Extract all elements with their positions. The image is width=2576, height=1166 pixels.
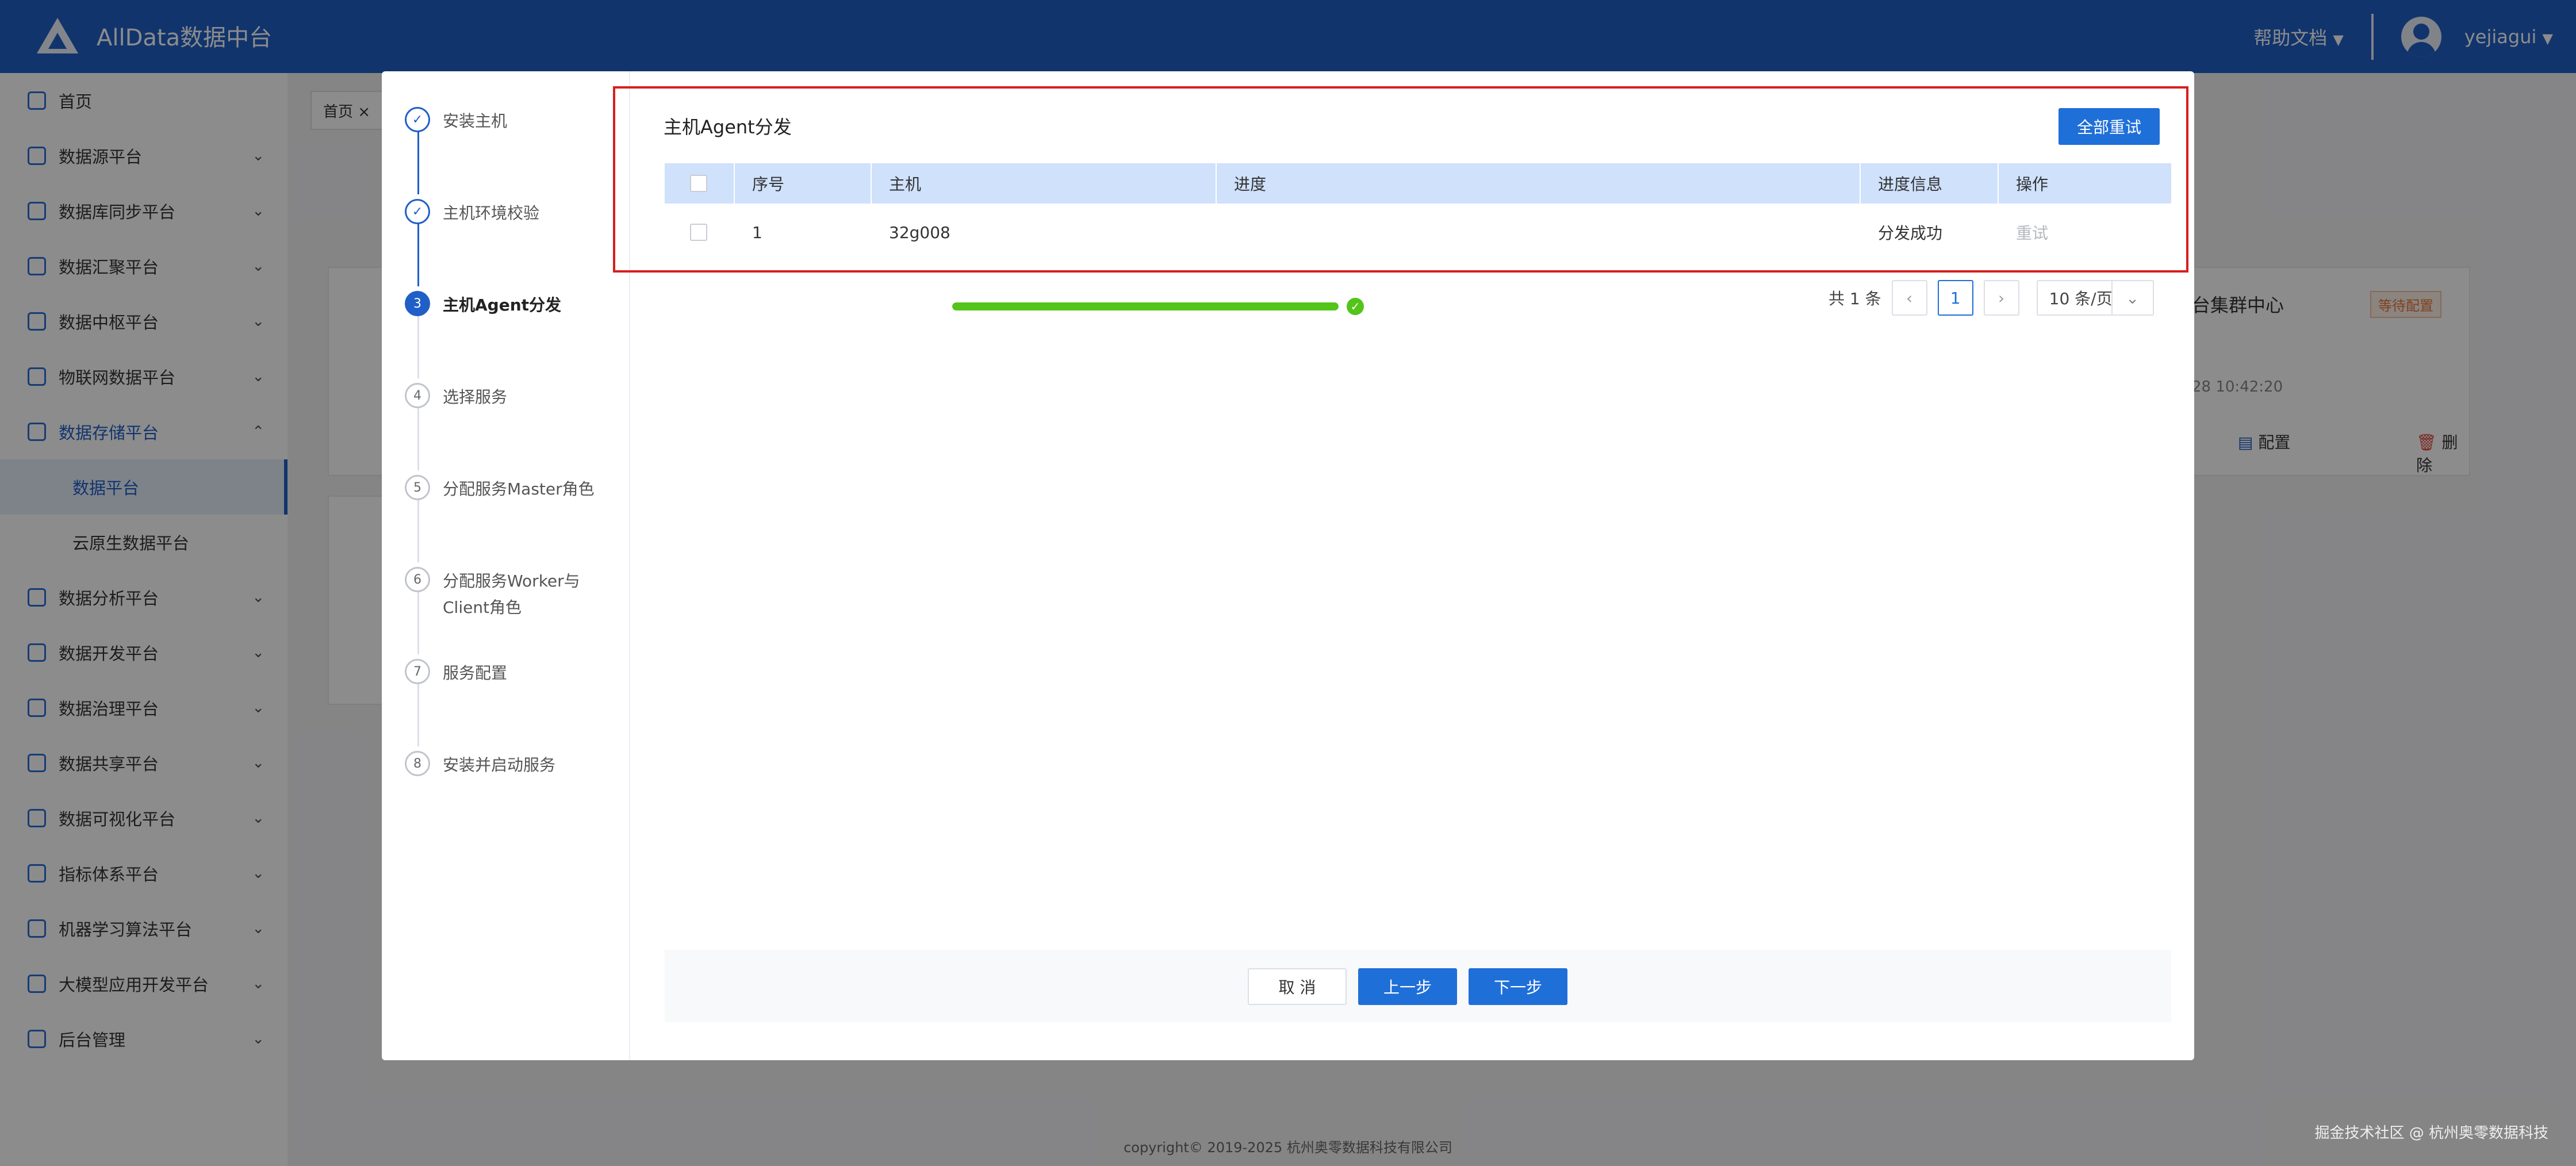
install-wizard-dialog: ✓ 安装主机 ✓ 主机环境校验 3 主机Agent分发 4 选择服务 5 分配服… xyxy=(382,71,2194,1060)
col-host: 主机 xyxy=(889,175,922,194)
step-number: 4 xyxy=(405,383,430,408)
pagination: 共 1 条 ‹ 1 › 10 条/页 ⌄ xyxy=(1828,279,2154,316)
watermark: 掘金技术社区 @ 杭州奥零数据科技 xyxy=(2314,1125,2548,1142)
progress-bar xyxy=(952,302,1339,310)
row-host: 32g008 xyxy=(889,223,950,242)
step-connector xyxy=(417,683,419,746)
cancel-button[interactable]: 取 消 xyxy=(1248,968,1347,1005)
step-number: 5 xyxy=(405,475,430,500)
step-connector xyxy=(417,223,419,286)
step-number: 3 xyxy=(405,291,430,316)
check-circle-icon: ✓ xyxy=(1347,298,1364,315)
col-index: 序号 xyxy=(752,175,785,194)
next-page-button[interactable]: › xyxy=(1983,280,2019,316)
step-connector xyxy=(417,407,419,470)
panel-title: 主机Agent分发 xyxy=(664,116,792,138)
retry-all-button[interactable]: 全部重试 xyxy=(2058,108,2160,145)
row-index: 1 xyxy=(752,223,762,242)
row-status: 分发成功 xyxy=(1878,224,1943,243)
prev-step-button[interactable]: 上一步 xyxy=(1358,968,1457,1005)
step-number: 7 xyxy=(405,659,430,684)
row-checkbox[interactable] xyxy=(690,224,707,241)
step-number: 6 xyxy=(405,567,430,592)
next-step-button[interactable]: 下一步 xyxy=(1469,968,1567,1005)
retry-button[interactable]: 重试 xyxy=(2016,204,2048,261)
page-size-select[interactable]: 10 条/页 ⌄ xyxy=(2036,280,2154,316)
col-actions: 操作 xyxy=(2016,175,2049,194)
step-connector xyxy=(417,131,419,194)
step-connector xyxy=(417,499,419,562)
select-all-checkbox[interactable] xyxy=(690,175,707,192)
col-progress: 进度 xyxy=(1234,175,1267,194)
table-header: 序号 主机 进度 进度信息 操作 xyxy=(665,163,2171,204)
step-connector xyxy=(417,315,419,378)
wizard-steps: ✓ 安装主机 ✓ 主机环境校验 3 主机Agent分发 4 选择服务 5 分配服… xyxy=(382,71,630,1060)
prev-page-button[interactable]: ‹ xyxy=(1891,280,1927,316)
step-connector xyxy=(417,591,419,654)
col-progress-info: 进度信息 xyxy=(1878,175,1943,194)
step-number: 8 xyxy=(405,751,430,776)
table-row: 1 32g008 分发成功 重试 xyxy=(665,204,2171,261)
progress-fill xyxy=(952,302,1339,310)
check-icon: ✓ xyxy=(405,107,430,132)
dialog-footer: 取 消 上一步 下一步 xyxy=(665,950,2171,1022)
total-count: 共 1 条 xyxy=(1828,289,1881,308)
page-1-button[interactable]: 1 xyxy=(1937,280,1973,316)
check-icon: ✓ xyxy=(405,199,430,224)
chevron-down-icon: ⌄ xyxy=(2111,281,2153,314)
